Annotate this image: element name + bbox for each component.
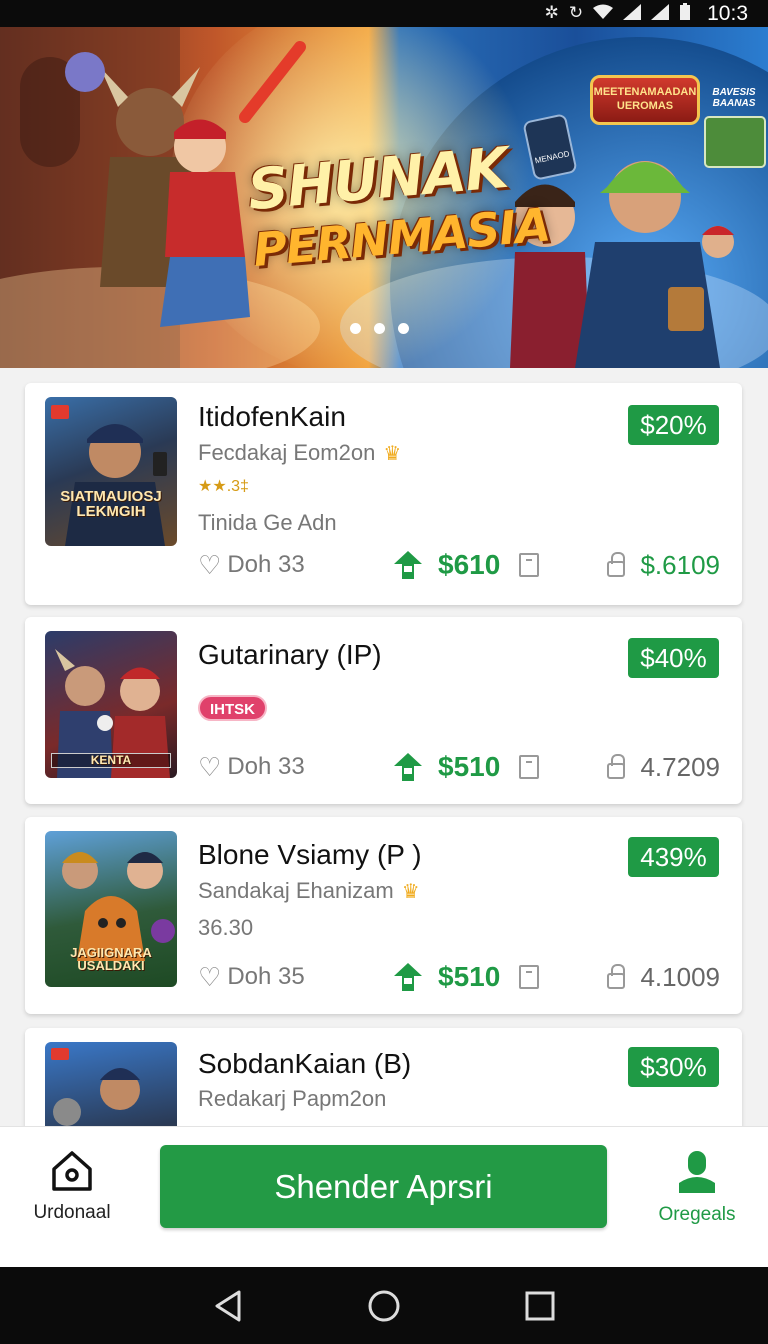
game-thumbnail[interactable]: KENTA [45,631,177,778]
price: $610 [438,549,501,580]
price: $510 [438,961,501,992]
tag-badge: IHTSK [198,695,267,721]
publisher-label: Sandakaj Ehanizam [198,878,394,903]
lock-icon [607,552,625,577]
home-button-icon[interactable] [354,1276,414,1336]
battery-icon [679,2,691,25]
discount-badge: $40% [628,638,719,678]
card-stats: ♡ Doh 33 $510 4.7209 [198,751,720,783]
back-icon[interactable] [198,1276,258,1336]
thumbnail-label: JAGIIGNARA USALDAKI [70,944,152,974]
card-stats: ♡ Doh 35 $510 4.1009 [198,961,720,993]
status-bar: ✲ ↻ 10:3 [0,0,768,27]
stat-value: 4.7209 [640,751,720,782]
game-thumbnail[interactable]: JAGIIGNARA USALDAKI [45,831,177,987]
game-tagline: Tinida Ge Adn [198,510,337,535]
signal-icon [623,3,642,24]
upload-icon[interactable] [393,549,423,581]
event-logo: BAVESIS BAANAS [712,87,756,109]
user-icon[interactable] [675,1149,719,1195]
primary-action-button[interactable]: Shender Aprsri [160,1145,607,1228]
stat-value: $.6109 [640,549,720,580]
likes-count: Doh 33 [227,551,305,578]
heart-icon[interactable]: ♡ [198,752,221,783]
thumbnail-label: KENTA [51,753,171,768]
carousel-dot[interactable] [350,323,361,334]
game-thumbnail[interactable] [45,1042,177,1126]
carousel-dots[interactable] [350,323,409,334]
system-nav-bar [0,1267,768,1344]
likes-count: Doh 33 [227,753,305,780]
signal-icon [651,3,670,24]
likes[interactable]: ♡ Doh 33 [198,550,393,581]
nav-home[interactable]: Urdonaal [24,1149,120,1224]
publisher-label: Fecdakaj Eom2on [198,440,376,465]
heart-icon[interactable]: ♡ [198,962,221,993]
bug-icon: ✲ [544,3,559,23]
rating: ★★.3‡ [198,478,249,495]
event-badge: MEETENAMAADAN UEROMAS [590,75,700,125]
upload-icon[interactable] [393,961,423,993]
nav-deals-label: Oregeals [658,1204,736,1225]
list-item[interactable]: KENTA Gutarinary (IP) IHTSK $40% ♡ Doh 3… [25,617,742,804]
crown-icon: ♛ [383,442,402,465]
product-list[interactable]: SIATMAUIOSJ LEKMGIH ItidofenKain Fecdaka… [0,368,768,1126]
crown-icon: ♛ [401,880,420,903]
bookmark-icon[interactable] [519,755,539,779]
likes[interactable]: ♡ Doh 35 [198,962,393,993]
game-thumbnail[interactable]: SIATMAUIOSJ LEKMGIH [45,397,177,546]
sync-icon: ↻ [568,3,584,23]
publisher-label: Redakarj Papm2on [198,1086,387,1111]
game-title[interactable]: Gutarinary (IP) [198,639,382,671]
clock: 10:3 [707,1,748,25]
bookmark-icon[interactable] [519,965,539,989]
game-publisher: Redakarj Papm2on [198,1086,386,1112]
lock-icon [607,964,625,989]
home-icon[interactable] [50,1149,94,1193]
list-item[interactable]: SobdanKaian (B) Redakarj Papm2on $30% [25,1028,742,1126]
likes[interactable]: ♡ Doh 33 [198,752,393,783]
heart-icon[interactable]: ♡ [198,550,221,581]
bottom-action-bar: Urdonaal Shender Aprsri Oregeals [0,1126,768,1267]
thumbnail-art [51,405,167,546]
discount-badge: $30% [628,1047,719,1087]
bookmark-icon[interactable] [519,553,539,577]
upload-icon[interactable] [393,751,423,783]
promo-banner[interactable]: SHUNAK PERNMASIA MEETENAMAADAN UEROMAS B… [0,27,768,368]
game-title[interactable]: ItidofenKain [198,401,346,433]
lock-icon [607,754,625,779]
thumbnail-art [51,1048,140,1126]
game-publisher: Sandakaj Ehanizam ♛ [198,878,420,904]
game-title[interactable]: Blone Vsiamy (P ) [198,839,422,871]
stat-value: 4.1009 [640,961,720,992]
carousel-dot[interactable] [398,323,409,334]
nav-home-label: Urdonaal [33,1202,111,1223]
nav-deals[interactable]: Oregeals [645,1149,749,1226]
price: $510 [438,751,501,782]
discount-badge: $20% [628,405,719,445]
card-stats: ♡ Doh 33 $610 $.6109 [198,549,720,581]
carousel-dot[interactable] [374,323,385,334]
discount-badge: 439% [628,837,719,877]
list-item[interactable]: JAGIIGNARA USALDAKI Blone Vsiamy (P ) Sa… [25,817,742,1014]
thumbnail-label: SIATMAUIOSJ LEKMGIH [60,487,162,521]
game-publisher: Fecdakaj Eom2on ♛ [198,440,401,466]
game-title[interactable]: SobdanKaian (B) [198,1048,411,1080]
wifi-icon [593,4,614,24]
banner-title: SHUNAK PERNMASIA [245,136,552,277]
likes-count: Doh 35 [227,963,305,990]
recents-icon[interactable] [510,1276,570,1336]
game-tagline: 36.30 [198,915,254,940]
list-item[interactable]: SIATMAUIOSJ LEKMGIH ItidofenKain Fecdaka… [25,383,742,605]
